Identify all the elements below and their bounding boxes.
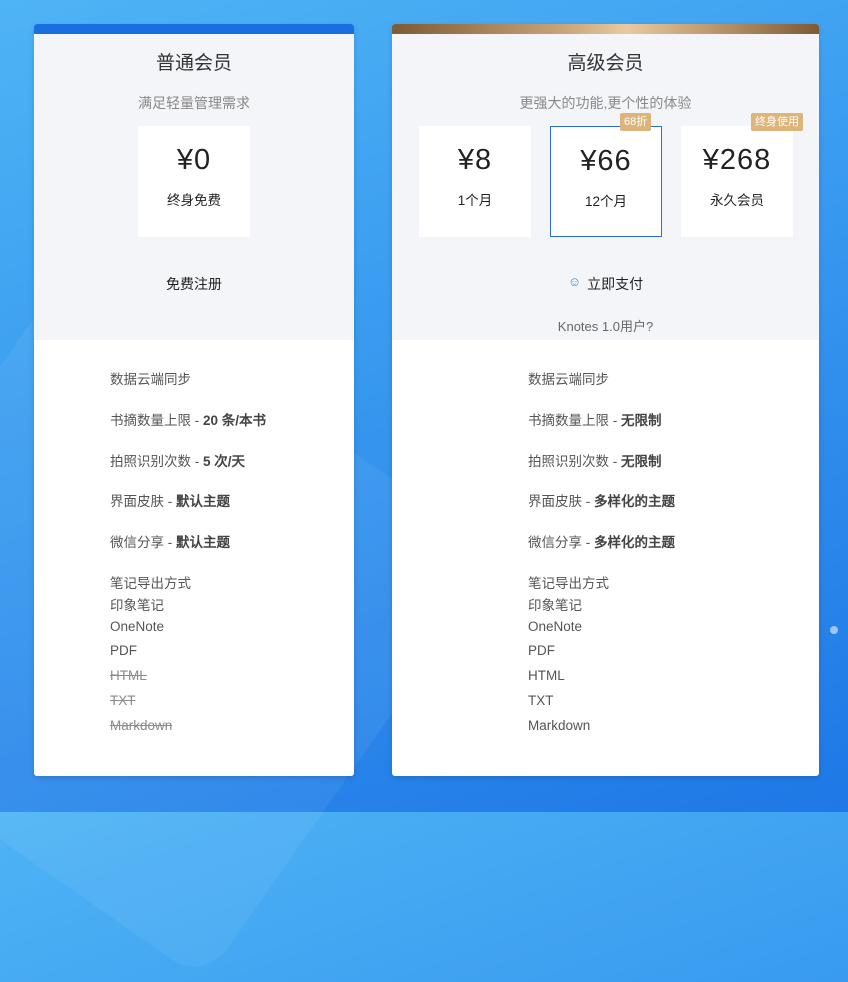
feature-export-title: 笔记导出方式 — [110, 576, 191, 591]
lifetime-badge: 终身使用 — [751, 113, 803, 131]
feature-value: 无限制 — [621, 413, 662, 428]
alipay-icon: ☺ — [567, 274, 582, 289]
pro-accent-bar — [392, 24, 819, 34]
pro-subtitle: 更强大的功能,更个性的体验 — [519, 95, 692, 111]
export-item: PDF — [110, 643, 137, 658]
basic-title: 普通会员 — [155, 53, 232, 74]
export-item: HTML — [528, 668, 565, 683]
feature-skin: 界面皮肤 - 默认主题 — [110, 490, 230, 510]
legacy-user-link[interactable]: Knotes 1.0用户? — [392, 316, 819, 335]
feature-label: 书摘数量上限 - — [528, 413, 621, 428]
feature-ocr-limit: 拍照识别次数 - 5 次/天 — [110, 450, 245, 470]
plan-period: 1个月 — [457, 193, 493, 208]
feature-value: 20 条/本书 — [203, 413, 267, 428]
feature-excerpt-limit: 书摘数量上限 - 无限制 — [528, 409, 662, 429]
feature-excerpt-limit: 书摘数量上限 - 20 条/本书 — [110, 409, 266, 429]
export-item-unavailable: Markdown — [110, 718, 173, 733]
basic-accent-bar — [34, 24, 354, 34]
basic-card-header: 普通会员 满足轻量管理需求 ¥0 终身免费 免费注册 — [34, 34, 354, 340]
feature-share: 微信分享 - 默认主题 — [110, 531, 230, 551]
feature-label: 微信分享 - — [110, 535, 176, 550]
plan-price: ¥268 — [702, 144, 772, 176]
feature-label: 微信分享 - — [528, 535, 594, 550]
feature-label: 拍照识别次数 - — [110, 454, 203, 469]
pro-title: 高级会员 — [567, 53, 644, 74]
feature-value: 多样化的主题 — [594, 494, 675, 509]
plan-price: ¥0 — [176, 144, 212, 176]
basic-membership-card: 普通会员 满足轻量管理需求 ¥0 终身免费 免费注册 数据云端同步 书摘数量上限… — [34, 24, 354, 776]
feature-share: 微信分享 - 多样化的主题 — [528, 531, 675, 551]
export-item: OneNote — [110, 619, 165, 634]
plan-price: ¥8 — [457, 144, 493, 176]
carousel-dot[interactable] — [830, 626, 838, 634]
plan-period: 终身免费 — [167, 193, 221, 208]
feature-ocr-limit: 拍照识别次数 - 无限制 — [528, 450, 662, 470]
plan-lifetime[interactable]: ¥268 永久会员 — [681, 126, 793, 237]
export-item-unavailable: HTML — [110, 668, 147, 683]
discount-badge: 68折 — [620, 113, 652, 131]
free-register-button[interactable]: 免费注册 — [34, 274, 354, 294]
export-item: Markdown — [528, 718, 591, 733]
feature-sync: 数据云端同步 — [110, 372, 191, 387]
pro-membership-card: 高级会员 更强大的功能,更个性的体验 ¥8 1个月 ¥66 12个月 ¥268 … — [392, 24, 819, 776]
export-item-unavailable: TXT — [110, 693, 136, 708]
feature-skin: 界面皮肤 - 多样化的主题 — [528, 490, 675, 510]
export-item: PDF — [528, 643, 555, 658]
feature-export-title: 笔记导出方式 — [528, 576, 609, 591]
export-item: OneNote — [528, 619, 583, 634]
plan-1-month[interactable]: ¥8 1个月 — [419, 126, 531, 237]
feature-value: 默认主题 — [176, 494, 230, 509]
feature-value: 5 次/天 — [203, 454, 246, 469]
plan-12-months[interactable]: ¥66 12个月 — [550, 126, 662, 237]
feature-label: 界面皮肤 - — [110, 494, 176, 509]
feature-label: 界面皮肤 - — [528, 494, 594, 509]
feature-value: 多样化的主题 — [594, 535, 675, 550]
feature-label: 书摘数量上限 - — [110, 413, 203, 428]
export-item: 印象笔记 — [110, 598, 164, 613]
export-item: TXT — [528, 693, 554, 708]
feature-sync: 数据云端同步 — [528, 372, 609, 387]
pro-card-header: 高级会员 更强大的功能,更个性的体验 ¥8 1个月 ¥66 12个月 ¥268 … — [392, 34, 819, 340]
plan-price: ¥66 — [580, 145, 632, 177]
pay-now-button[interactable]: ☺ 立即支付 — [392, 274, 819, 294]
feature-value: 无限制 — [621, 454, 662, 469]
feature-value: 默认主题 — [176, 535, 230, 550]
basic-plan-free[interactable]: ¥0 终身免费 — [138, 126, 250, 237]
pay-now-label: 立即支付 — [587, 276, 644, 292]
plan-period: 永久会员 — [710, 193, 764, 208]
plan-period: 12个月 — [584, 194, 628, 209]
export-item: 印象笔记 — [528, 598, 582, 613]
basic-subtitle: 满足轻量管理需求 — [138, 95, 250, 111]
feature-label: 拍照识别次数 - — [528, 454, 621, 469]
